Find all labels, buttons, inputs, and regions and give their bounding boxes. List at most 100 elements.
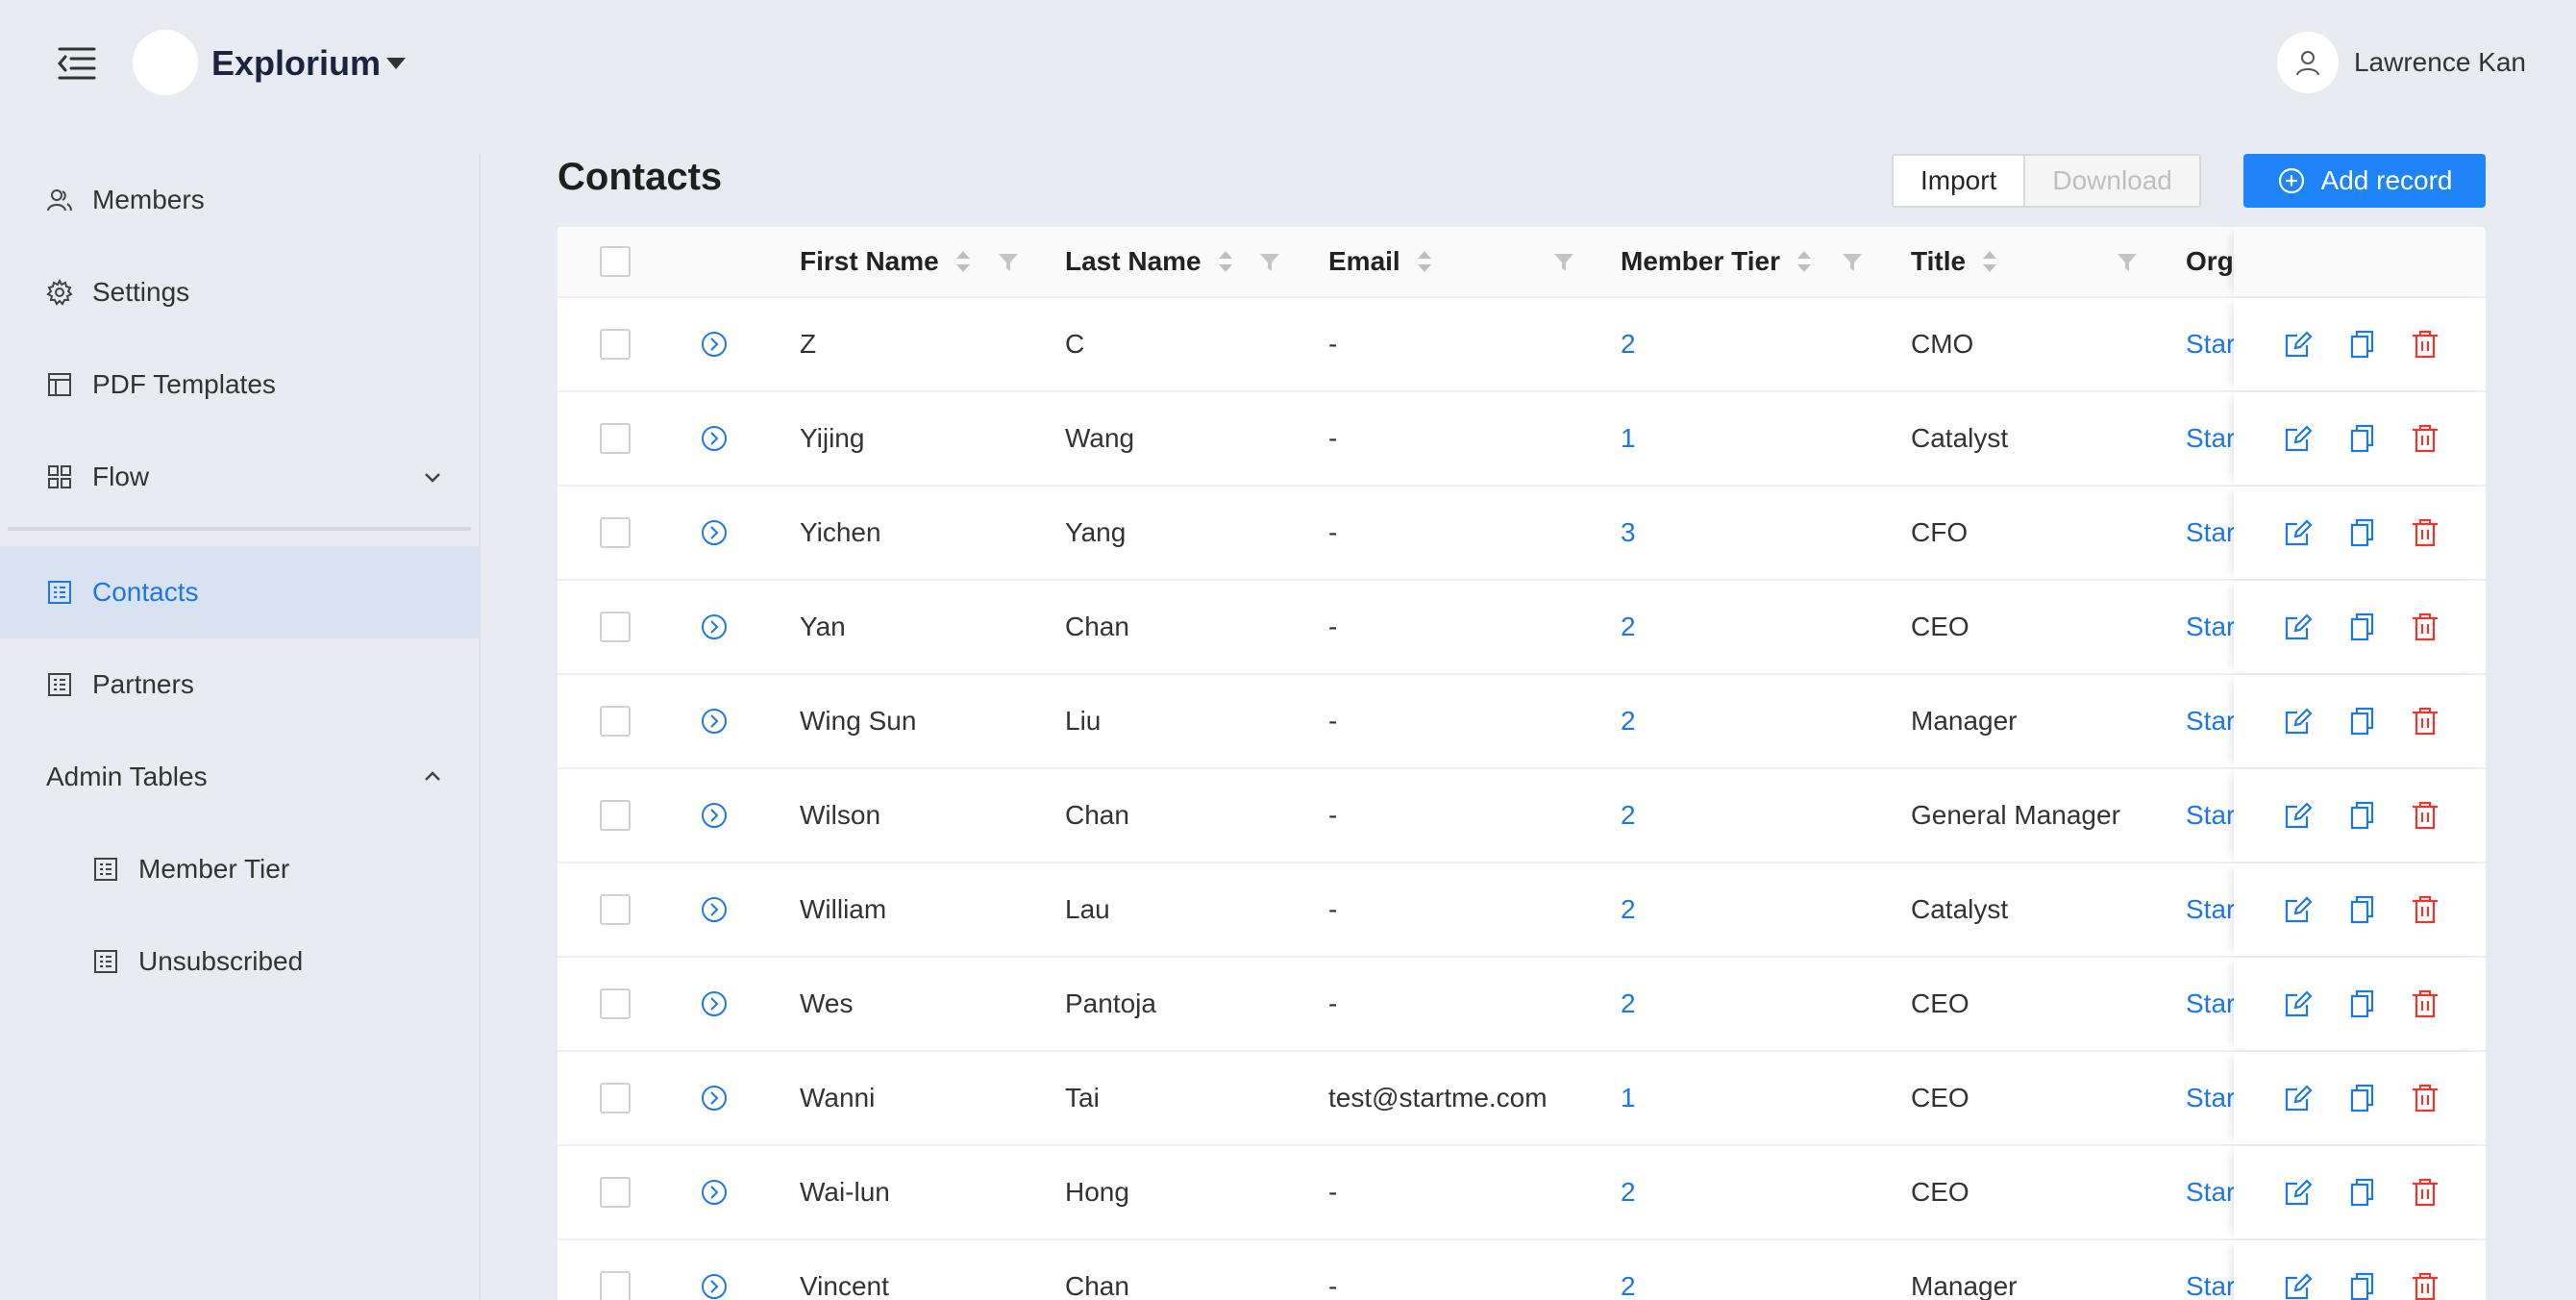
filter-icon[interactable] <box>998 252 1019 273</box>
row-checkbox[interactable] <box>600 517 631 548</box>
copy-icon[interactable] <box>2345 1176 2378 1209</box>
org-link[interactable]: Star <box>2186 769 2234 862</box>
expand-row-icon[interactable] <box>700 707 729 736</box>
edit-icon[interactable] <box>2282 328 2315 361</box>
table-row[interactable]: Yijing Wang - 1 Catalyst Star <box>557 392 2486 487</box>
sort-icon[interactable] <box>1981 249 1998 274</box>
org-link[interactable]: Star <box>2186 392 2234 485</box>
brand-name[interactable]: Explorium <box>211 42 381 85</box>
user-menu[interactable]: Lawrence Kan <box>2276 32 2526 93</box>
org-link[interactable]: Star <box>2186 487 2234 579</box>
table-row[interactable]: Wing Sun Liu - 2 Manager Star <box>557 675 2486 769</box>
member-tier-link[interactable]: 2 <box>1621 298 1636 390</box>
copy-icon[interactable] <box>2345 1270 2378 1300</box>
sidebar-item-admin-tables[interactable]: Admin Tables <box>0 731 479 823</box>
table-row[interactable]: William Lau - 2 Catalyst Star <box>557 863 2486 958</box>
member-tier-link[interactable]: 2 <box>1621 769 1636 862</box>
member-tier-link[interactable]: 1 <box>1621 392 1636 485</box>
org-link[interactable]: Star <box>2186 1240 2234 1300</box>
edit-icon[interactable] <box>2282 1082 2315 1114</box>
delete-icon[interactable] <box>2409 328 2441 361</box>
expand-row-icon[interactable] <box>700 1272 729 1300</box>
copy-icon[interactable] <box>2345 328 2378 361</box>
expand-row-icon[interactable] <box>700 801 729 830</box>
table-row[interactable]: Yan Chan - 2 CEO Star <box>557 581 2486 675</box>
edit-icon[interactable] <box>2282 422 2315 455</box>
column-title[interactable]: Title <box>1911 227 1998 296</box>
expand-row-icon[interactable] <box>700 518 729 547</box>
column-first-name[interactable]: First Name <box>800 227 972 296</box>
delete-icon[interactable] <box>2409 988 2441 1020</box>
copy-icon[interactable] <box>2345 893 2378 926</box>
edit-icon[interactable] <box>2282 1270 2315 1300</box>
sort-icon[interactable] <box>954 249 972 274</box>
org-link[interactable]: Star <box>2186 675 2234 767</box>
delete-icon[interactable] <box>2409 1176 2441 1209</box>
org-link[interactable]: Star <box>2186 298 2234 390</box>
org-link[interactable]: Star <box>2186 581 2234 673</box>
delete-icon[interactable] <box>2409 893 2441 926</box>
row-checkbox[interactable] <box>600 612 631 642</box>
column-email[interactable]: Email <box>1328 227 1433 296</box>
copy-icon[interactable] <box>2345 705 2378 738</box>
delete-icon[interactable] <box>2409 799 2441 832</box>
org-link[interactable]: Star <box>2186 1052 2234 1144</box>
delete-icon[interactable] <box>2409 422 2441 455</box>
member-tier-link[interactable]: 2 <box>1621 1240 1636 1300</box>
sidebar-item-pdf-templates[interactable]: PDF Templates <box>0 338 479 431</box>
column-member-tier[interactable]: Member Tier <box>1621 227 1813 296</box>
row-checkbox[interactable] <box>600 1177 631 1208</box>
expand-row-icon[interactable] <box>700 895 729 924</box>
caret-down-icon[interactable] <box>384 56 408 71</box>
member-tier-link[interactable]: 2 <box>1621 863 1636 956</box>
delete-icon[interactable] <box>2409 705 2441 738</box>
expand-row-icon[interactable] <box>700 1178 729 1207</box>
import-button[interactable]: Import <box>1894 156 2026 206</box>
row-checkbox[interactable] <box>600 423 631 454</box>
org-link[interactable]: Star <box>2186 958 2234 1050</box>
column-last-name[interactable]: Last Name <box>1065 227 1234 296</box>
expand-row-icon[interactable] <box>700 989 729 1018</box>
expand-row-icon[interactable] <box>700 330 729 359</box>
edit-icon[interactable] <box>2282 893 2315 926</box>
sort-icon[interactable] <box>1416 249 1433 274</box>
table-row[interactable]: Yichen Yang - 3 CFO Star <box>557 487 2486 581</box>
member-tier-link[interactable]: 1 <box>1621 1052 1636 1144</box>
table-row[interactable]: Vincent Chan - 2 Manager Star <box>557 1240 2486 1300</box>
filter-icon[interactable] <box>1259 252 1280 273</box>
delete-icon[interactable] <box>2409 611 2441 643</box>
edit-icon[interactable] <box>2282 705 2315 738</box>
filter-icon[interactable] <box>2117 252 2138 273</box>
org-link[interactable]: Star <box>2186 1146 2234 1238</box>
row-checkbox[interactable] <box>600 800 631 831</box>
expand-row-icon[interactable] <box>700 1084 729 1112</box>
copy-icon[interactable] <box>2345 799 2378 832</box>
copy-icon[interactable] <box>2345 611 2378 643</box>
member-tier-link[interactable]: 2 <box>1621 1146 1636 1238</box>
sort-icon[interactable] <box>1796 249 1813 274</box>
edit-icon[interactable] <box>2282 516 2315 549</box>
sidebar-item-partners[interactable]: Partners <box>0 638 479 731</box>
add-record-button[interactable]: Add record <box>2243 154 2486 208</box>
sidebar-item-member-tier[interactable]: Member Tier <box>0 823 479 915</box>
row-checkbox[interactable] <box>600 329 631 360</box>
sidebar-item-flow[interactable]: Flow <box>0 431 479 523</box>
org-link[interactable]: Star <box>2186 863 2234 956</box>
table-row[interactable]: Wes Pantoja - 2 CEO Star <box>557 958 2486 1052</box>
row-checkbox[interactable] <box>600 1083 631 1113</box>
download-button[interactable]: Download <box>2025 156 2199 206</box>
filter-icon[interactable] <box>1553 252 1574 273</box>
row-checkbox[interactable] <box>600 894 631 925</box>
column-org[interactable]: Org <box>2186 227 2234 296</box>
member-tier-link[interactable]: 2 <box>1621 581 1636 673</box>
edit-icon[interactable] <box>2282 799 2315 832</box>
delete-icon[interactable] <box>2409 516 2441 549</box>
delete-icon[interactable] <box>2409 1270 2441 1300</box>
sidebar-item-unsubscribed[interactable]: Unsubscribed <box>0 915 479 1008</box>
filter-icon[interactable] <box>1842 252 1863 273</box>
expand-row-icon[interactable] <box>700 612 729 641</box>
member-tier-link[interactable]: 2 <box>1621 958 1636 1050</box>
sidebar-item-contacts[interactable]: Contacts <box>0 546 479 638</box>
row-checkbox[interactable] <box>600 706 631 737</box>
edit-icon[interactable] <box>2282 988 2315 1020</box>
